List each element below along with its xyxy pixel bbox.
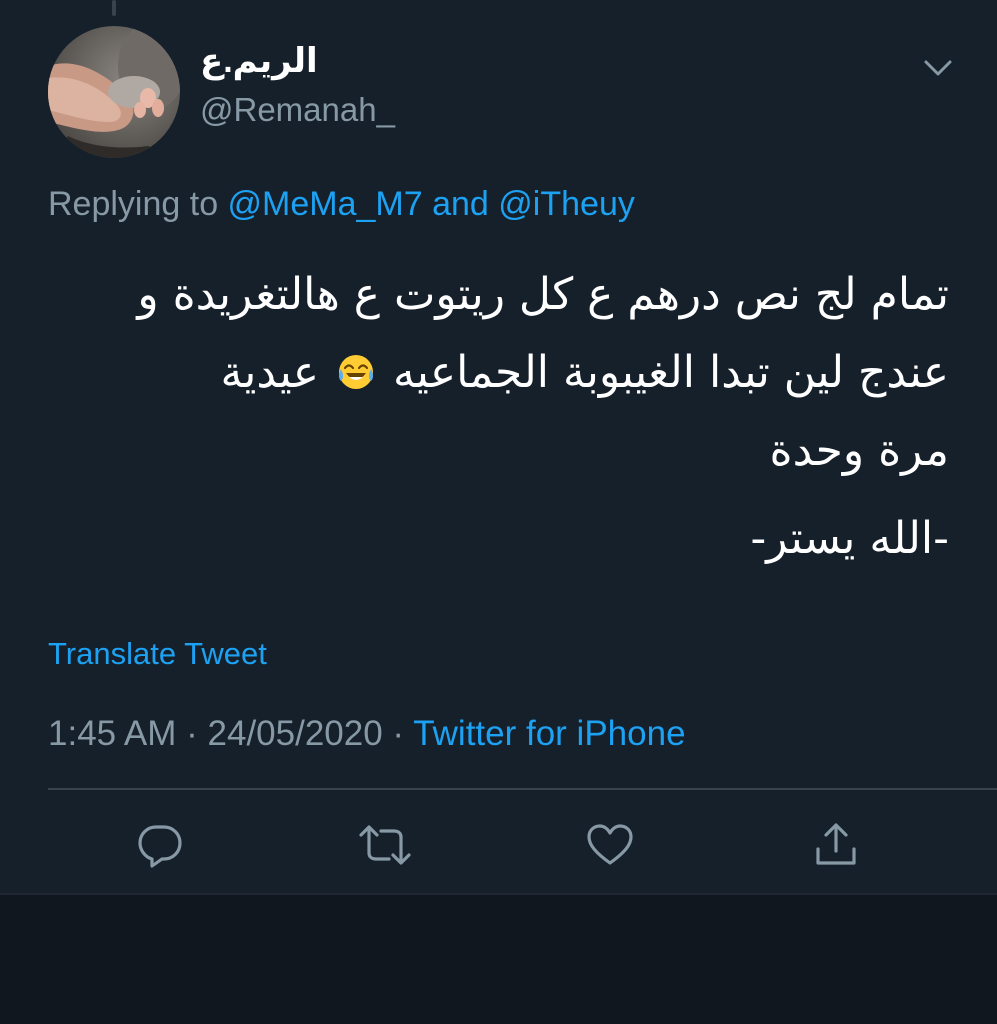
tweet-text: تمام لج نص درهم ع كل ريتوت ع هالتغريدة و… xyxy=(44,256,949,578)
tweet-detail-screen: الريم.ع @Remanah_ Replying to @MeMa_M7 a… xyxy=(0,0,997,1024)
author-info[interactable]: الريم.ع @Remanah_ xyxy=(200,40,395,130)
reply-button[interactable] xyxy=(130,815,190,875)
tweet-actions xyxy=(0,815,997,877)
tweet-line-part: عندج لين تبدا الغيبوبة الجماعيه xyxy=(393,347,949,398)
mention-link[interactable]: @iTheuy xyxy=(498,185,635,223)
avatar[interactable] xyxy=(48,26,180,158)
tweet-line-part: عيدية xyxy=(220,347,320,398)
display-name[interactable]: الريم.ع xyxy=(200,40,395,82)
meta-separator: · xyxy=(382,714,414,753)
tweet-line: مرة وحدة xyxy=(769,425,949,476)
tweet-metadata: 1:45 AM · 24/05/2020 · Twitter for iPhon… xyxy=(48,710,686,758)
replies-area xyxy=(0,893,997,1024)
replying-connector: and xyxy=(422,185,499,223)
mention-link[interactable]: @MeMa_M7 xyxy=(228,185,423,223)
tweet-line: عندج لين تبدا الغيبوبة الجماعيه عيدية xyxy=(44,334,949,412)
tweet-source-link[interactable]: Twitter for iPhone xyxy=(413,714,685,753)
laughing-tears-emoji-icon xyxy=(337,338,375,389)
meta-separator: · xyxy=(176,714,208,753)
replying-to: Replying to @MeMa_M7 and @iTheuy xyxy=(48,180,635,228)
like-icon xyxy=(587,824,633,865)
replying-prefix: Replying to xyxy=(48,185,228,223)
tweet-line: تمام لج نص درهم ع كل ريتوت ع هالتغريدة و xyxy=(137,269,949,320)
chevron-down-icon[interactable] xyxy=(918,50,958,86)
tweet-time: 1:45 AM xyxy=(48,714,177,753)
divider xyxy=(48,788,997,790)
share-button[interactable] xyxy=(806,815,866,875)
tweet-signature: -الله يستر- xyxy=(750,513,949,564)
retweet-button[interactable] xyxy=(355,815,415,875)
translate-tweet-link[interactable]: Translate Tweet xyxy=(48,632,267,676)
reply-icon xyxy=(138,825,182,868)
like-button[interactable] xyxy=(580,815,640,875)
thread-connector-line xyxy=(112,0,116,16)
retweet-icon xyxy=(359,825,411,865)
share-icon xyxy=(816,823,856,865)
handle[interactable]: @Remanah_ xyxy=(200,90,395,130)
tweet-date: 24/05/2020 xyxy=(207,714,383,753)
